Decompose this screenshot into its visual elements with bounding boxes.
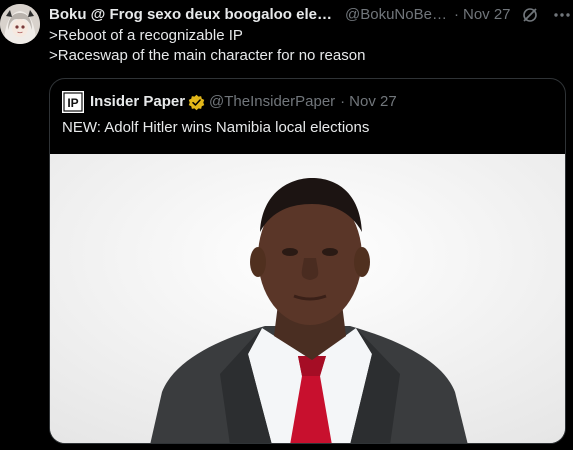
more-options-icon[interactable] [553, 6, 571, 24]
separator-dot: · [454, 6, 459, 23]
quote-handle[interactable]: @TheInsiderPaper [209, 92, 335, 112]
quote-date[interactable]: Nov 27 [349, 92, 397, 112]
avatar-image [0, 4, 40, 44]
grok-icon[interactable] [521, 6, 539, 24]
quote-photo[interactable] [50, 154, 565, 443]
tweet-date[interactable]: Nov 27 [463, 5, 511, 25]
tweet[interactable]: Boku @ Frog sexo deux boogaloo elect... … [0, 0, 573, 450]
tweet-line-1: >Reboot of a recognizable IP [49, 27, 243, 44]
tweet-line-2: >Raceswap of the main character for no r… [49, 47, 366, 64]
quoted-tweet[interactable]: IP Insider Paper @TheInsiderPaper · Nov … [49, 78, 566, 444]
insider-paper-logo-icon[interactable]: IP [62, 91, 84, 113]
tweet-text: >Reboot of a recognizable IP >Raceswap o… [49, 26, 365, 66]
user-handle[interactable]: @BokuNoBee... [345, 5, 449, 25]
quote-header: IP Insider Paper @TheInsiderPaper · Nov … [62, 91, 397, 113]
quote-separator-dot: · [340, 93, 346, 110]
avatar[interactable] [0, 4, 40, 44]
display-name[interactable]: Boku @ Frog sexo deux boogaloo elect... [49, 5, 339, 25]
quote-text: NEW: Adolf Hitler wins Namibia local ele… [62, 119, 370, 136]
svg-text:IP: IP [67, 96, 78, 110]
verified-badge-icon [188, 94, 205, 111]
portrait-photo [50, 154, 565, 443]
quote-display-name[interactable]: Insider Paper [90, 92, 185, 112]
tweet-header: Boku @ Frog sexo deux boogaloo elect... … [49, 5, 573, 25]
